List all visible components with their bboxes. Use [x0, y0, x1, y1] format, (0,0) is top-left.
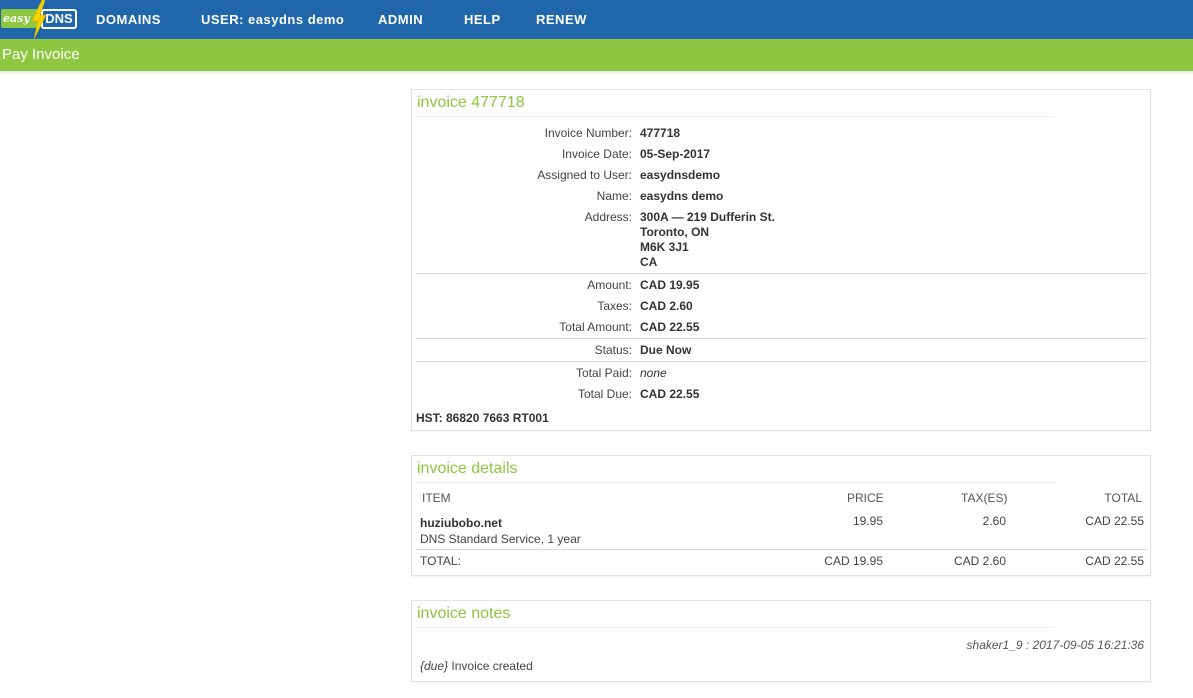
assigned-user-value: easydnsdemo: [640, 168, 721, 182]
title-divider: [416, 482, 1054, 483]
status-value: Due Now: [640, 343, 692, 357]
status-label: Status:: [594, 343, 632, 357]
invoice-date-value: 05-Sep-2017: [640, 147, 711, 161]
invoice-number-value: 477718: [640, 126, 681, 140]
total-amount-label: Total Amount:: [559, 320, 632, 334]
name-label: Name:: [596, 189, 632, 203]
divider: [416, 273, 1148, 274]
item-price: 19.95: [852, 514, 883, 528]
divider: [416, 549, 1148, 550]
nav-admin[interactable]: ADMIN: [378, 0, 423, 39]
footer-price: CAD 19.95: [824, 554, 883, 568]
footer-tax: CAD 2.60: [953, 554, 1006, 568]
page-title: Pay Invoice: [2, 46, 80, 63]
notes-title: invoice notes: [417, 605, 511, 622]
taxes-value: CAD 2.60: [640, 299, 693, 313]
invoice-notes-panel: invoice notes shaker1_9 : 2017-09-05 16:…: [411, 600, 1151, 682]
address-line-4: CA: [640, 255, 658, 269]
address-line-3: M6K 3J1: [640, 240, 689, 254]
divider: [416, 338, 1148, 339]
nav-help[interactable]: HELP: [464, 0, 501, 39]
total-paid-value: none: [640, 366, 667, 380]
easydns-logo[interactable]: easy DNS: [0, 0, 80, 39]
column-header-item: ITEM: [422, 491, 451, 505]
assigned-user-label: Assigned to User:: [537, 168, 632, 182]
page-title-bar: Pay Invoice: [0, 39, 1193, 71]
note-tag: {due}: [420, 659, 449, 673]
title-divider: [416, 116, 1054, 117]
invoice-details-panel: invoice details ITEM PRICE TAX(ES) TOTAL…: [411, 455, 1151, 576]
invoice-number-label: Invoice Number:: [544, 126, 632, 140]
address-label: Address:: [584, 210, 632, 224]
nav-renew[interactable]: RENEW: [536, 0, 587, 39]
nav-user[interactable]: USER: easydns demo: [201, 0, 344, 39]
divider: [416, 361, 1148, 362]
name-value: easydns demo: [640, 189, 724, 203]
top-nav: easy DNS DOMAINS USER: easydns demo ADMI…: [0, 0, 1193, 39]
taxes-label: Taxes:: [597, 299, 632, 313]
invoice-title: invoice 477718: [417, 94, 525, 111]
subbar-shadow: [0, 71, 1193, 75]
column-header-total: TOTAL: [1104, 491, 1142, 505]
total-paid-label: Total Paid:: [575, 366, 632, 380]
address-line-2: Toronto, ON: [640, 225, 710, 239]
title-divider: [416, 627, 1054, 628]
amount-value: CAD 19.95: [640, 278, 700, 292]
address-line-1: 300A — 219 Dufferin St.: [640, 210, 775, 224]
lightning-bolt-icon: [31, 0, 47, 39]
address-value: 300A — 219 Dufferin St. Toronto, ON M6K …: [640, 210, 775, 270]
footer-total-label: TOTAL:: [420, 554, 461, 568]
total-amount-value: CAD 22.55: [640, 320, 700, 334]
column-header-tax: TAX(ES): [961, 491, 1008, 505]
item-description: DNS Standard Service, 1 year: [420, 532, 581, 546]
total-due-value: CAD 22.55: [640, 387, 700, 401]
note-text: Invoice created: [451, 659, 533, 673]
invoice-date-label: Invoice Date:: [561, 147, 632, 161]
item-tax: 2.60: [982, 514, 1006, 528]
nav-domains[interactable]: DOMAINS: [96, 0, 161, 39]
details-title: invoice details: [417, 460, 518, 477]
footer-total: CAD 22.55: [1085, 554, 1144, 568]
item-name: huziubobo.net: [420, 516, 502, 530]
amount-label: Amount:: [587, 278, 632, 292]
column-header-price: PRICE: [847, 491, 884, 505]
invoice-panel: invoice 477718 Invoice Number: 477718 In…: [411, 89, 1151, 431]
item-total: CAD 22.55: [1085, 514, 1144, 528]
total-due-label: Total Due:: [577, 387, 632, 401]
note-author-timestamp: shaker1_9 : 2017-09-05 16:21:36: [966, 638, 1144, 652]
hst-number: HST: 86820 7663 RT001: [416, 411, 549, 425]
note-entry: {due} Invoice created: [420, 659, 533, 673]
